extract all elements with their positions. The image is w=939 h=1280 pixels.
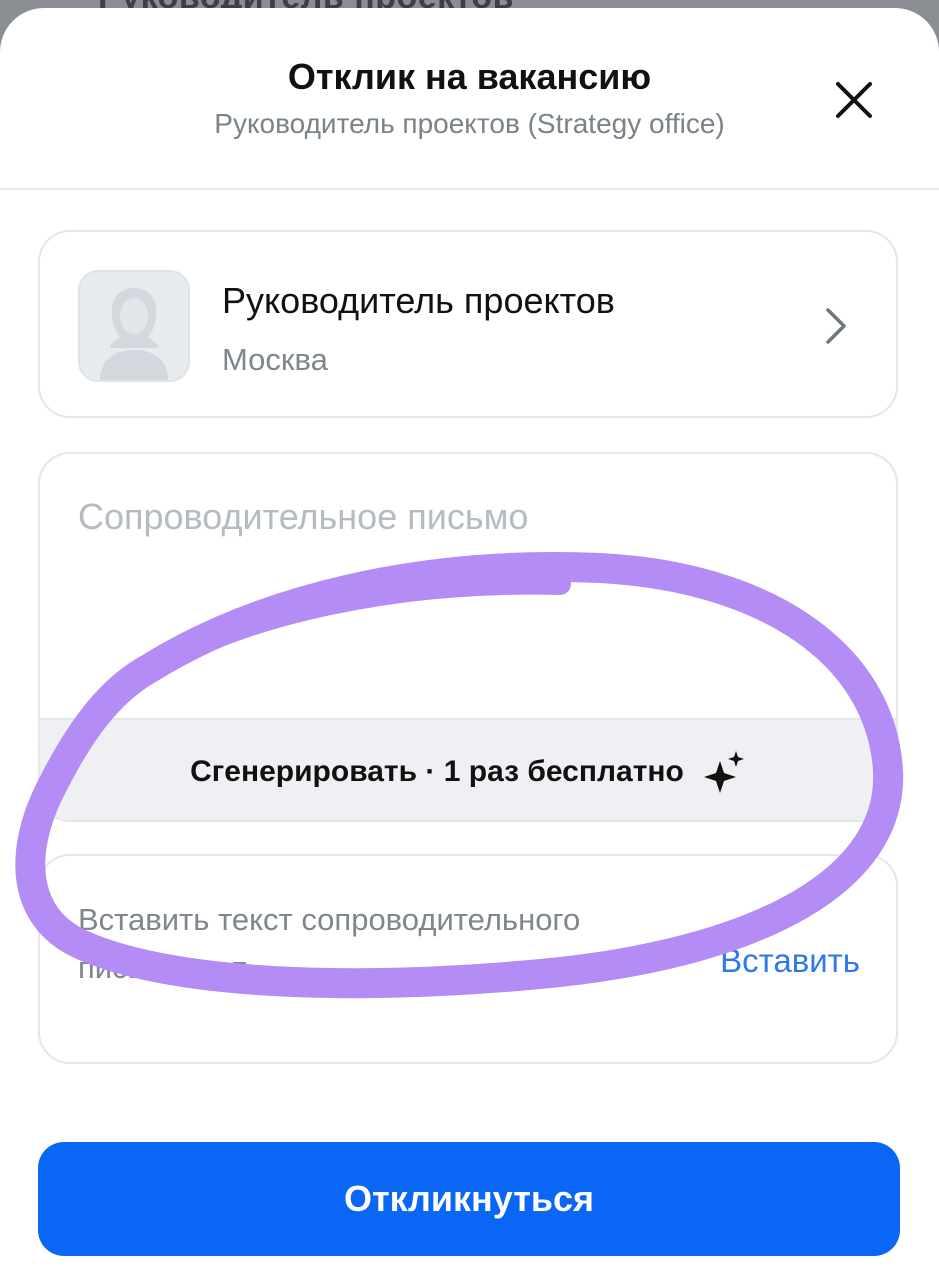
generate-label: Сгенерировать · 1 раз бесплатно: [190, 755, 684, 788]
person-silhouette-icon: [80, 272, 188, 380]
sheet-title: Отклик на вакансию: [287, 56, 652, 97]
generate-letter-button[interactable]: Сгенерировать · 1 раз бесплатно: [40, 718, 896, 820]
paste-button[interactable]: Вставить: [720, 942, 860, 980]
paste-hint-text: Вставить текст сопроводительного письма …: [78, 902, 581, 985]
chevron-right-icon: [826, 308, 846, 344]
cover-letter-input[interactable]: [40, 454, 896, 718]
close-icon: [836, 82, 872, 118]
vacancy-city: Москва: [222, 342, 328, 377]
sheet-subtitle: Руководитель проектов (Strategy office): [214, 108, 725, 139]
submit-response-button[interactable]: Откликнуться: [38, 1142, 900, 1256]
vacancy-card[interactable]: Руководитель проектов Москва: [38, 230, 898, 418]
response-bottom-sheet: Отклик на вакансию Руководитель проектов…: [0, 8, 939, 1280]
paste-letter-box: Вставить текст сопроводительного письма …: [38, 854, 898, 1064]
sheet-header: Отклик на вакансию Руководитель проектов…: [0, 8, 939, 190]
sparkle-icon: [703, 751, 744, 793]
avatar: [78, 270, 190, 382]
close-button[interactable]: [828, 74, 880, 126]
vacancy-title: Руководитель проектов: [222, 280, 615, 321]
cover-letter-box: Сгенерировать · 1 раз бесплатно: [38, 452, 898, 822]
